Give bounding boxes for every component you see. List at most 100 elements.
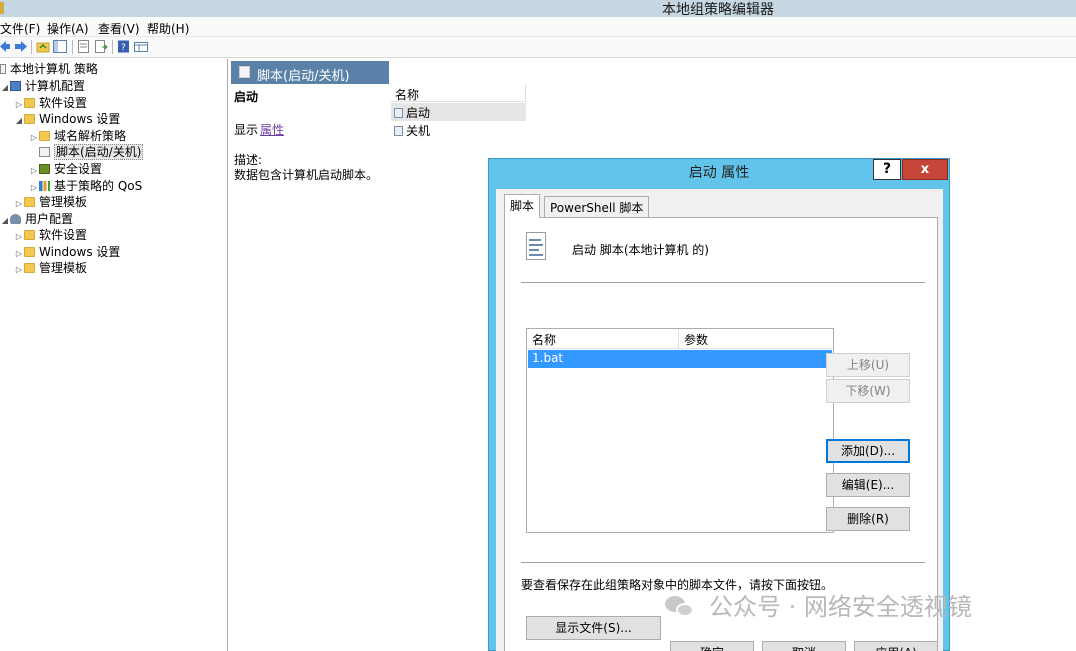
tree-qos[interactable]: ▷ 基于策略的 QoS: [29, 178, 142, 194]
help-button[interactable]: ?: [873, 159, 901, 180]
script-icon: [39, 147, 50, 157]
filter-icon[interactable]: [134, 40, 148, 53]
tree-name-resolution-label: 域名解析策略: [54, 129, 127, 143]
script-icon: [394, 108, 403, 118]
wechat-icon: [665, 594, 695, 620]
list-item-label: 启动: [406, 106, 431, 120]
description-text: 数据包含计算机启动脚本。: [234, 168, 379, 182]
list-item-label: 关机: [406, 124, 431, 138]
script-file-icon: [523, 232, 549, 262]
tree-name-resolution-policy[interactable]: ▷ 域名解析策略: [29, 128, 126, 144]
menu-action[interactable]: 操作(A): [47, 20, 89, 37]
tree-admin-templates[interactable]: ▷ 管理模板: [14, 194, 87, 210]
menu-bar: 文件(F) 操作(A) 查看(V) 帮助(H): [0, 17, 1076, 37]
tree-admin-templates-label: 管理模板: [39, 195, 88, 209]
scripts-table[interactable]: 名称 参数 1.bat: [526, 328, 834, 533]
tree-software-settings-label: 软件设置: [39, 96, 88, 110]
tree-qos-label: 基于策略的 QoS: [54, 179, 143, 193]
move-up-button[interactable]: 上移(U): [826, 353, 910, 377]
table-row[interactable]: 1.bat: [528, 350, 832, 368]
tree-software-settings[interactable]: ▷ 软件设置: [14, 95, 87, 111]
tree-user-config[interactable]: ◢ 用户配置: [0, 211, 73, 227]
edit-button[interactable]: 编辑(E)...: [826, 473, 910, 497]
tree-computer-config-label: 计算机配置: [25, 79, 86, 93]
collapse-arrow-icon[interactable]: ▷: [14, 229, 24, 245]
export-list-icon[interactable]: [94, 40, 108, 53]
startup-properties-dialog: 启动 属性 ? x 脚本 PowerShell 脚本 启动 脚本(本地计算机 的…: [488, 158, 950, 651]
menu-view[interactable]: 查看(V): [98, 20, 140, 37]
cancel-button[interactable]: 取消: [762, 641, 846, 651]
tree-windows-settings[interactable]: ◢ Windows 设置: [14, 111, 120, 127]
add-button[interactable]: 添加(D)...: [826, 439, 910, 463]
tree-user-admin-templates[interactable]: ▷ 管理模板: [14, 260, 87, 276]
column-header-name[interactable]: 名称: [527, 329, 679, 349]
menu-file[interactable]: 文件(F): [0, 20, 40, 37]
toolbar-separator: [72, 40, 73, 54]
tree-scripts[interactable]: 脚本(启动/关机): [29, 144, 144, 160]
tree-security-settings[interactable]: ▷ 安全设置: [29, 161, 102, 177]
tree-user-windows-settings[interactable]: ▷ Windows 设置: [14, 244, 120, 260]
help-book-icon[interactable]: ?: [117, 40, 131, 53]
remove-button[interactable]: 删除(R): [826, 507, 910, 531]
properties-link[interactable]: 属性: [260, 121, 284, 138]
up-folder-icon[interactable]: [36, 40, 50, 53]
expand-arrow-icon[interactable]: ◢: [0, 80, 10, 96]
show-hide-tree-icon[interactable]: [53, 40, 67, 53]
tree-user-windows-label: Windows 设置: [39, 245, 121, 259]
tree-user-software-settings[interactable]: ▷ 软件设置: [14, 227, 87, 243]
computer-icon: [10, 81, 21, 91]
tree-root[interactable]: 本地计算机 策略: [0, 61, 98, 77]
tree-windows-settings-label: Windows 设置: [39, 112, 121, 126]
selected-item-title: 启动: [234, 90, 259, 104]
collapse-arrow-icon[interactable]: ▷: [14, 196, 24, 212]
show-files-button[interactable]: 显示文件(S)...: [526, 616, 661, 640]
folder-icon: [24, 98, 35, 108]
close-button[interactable]: x: [902, 159, 948, 180]
tree-user-config-label: 用户配置: [25, 212, 74, 226]
expand-arrow-icon[interactable]: ◢: [14, 113, 24, 129]
tree-security-settings-label: 安全设置: [54, 162, 103, 176]
dialog-client-area: 脚本 PowerShell 脚本 启动 脚本(本地计算机 的) 名称 参数 1.…: [496, 189, 943, 651]
user-icon: [10, 214, 21, 224]
column-header-params[interactable]: 参数: [679, 329, 833, 349]
show-label: 显示: [234, 123, 259, 137]
properties-icon[interactable]: [77, 40, 91, 53]
collapse-arrow-icon[interactable]: ▷: [29, 163, 39, 179]
collapse-arrow-icon[interactable]: ▷: [14, 262, 24, 278]
folder-icon: [24, 230, 35, 240]
watermark: 公众号 · 网络安全透视镜: [665, 590, 972, 624]
tree-root-label: 本地计算机 策略: [10, 62, 98, 76]
svg-text:?: ?: [121, 43, 126, 53]
expand-arrow-icon[interactable]: ◢: [0, 213, 10, 229]
security-shield-icon: [39, 164, 50, 174]
ok-button[interactable]: 确定: [670, 641, 754, 651]
back-arrow-icon[interactable]: [0, 40, 14, 53]
folder-icon: [39, 131, 50, 141]
divider: [521, 282, 925, 284]
apply-button[interactable]: 应用(A): [854, 641, 938, 651]
move-down-button[interactable]: 下移(W): [826, 379, 910, 403]
toolbar-separator: [31, 40, 32, 54]
divider: [521, 562, 925, 564]
list-item[interactable]: 关机: [391, 121, 526, 139]
forward-arrow-icon[interactable]: [13, 40, 27, 53]
tree-computer-config[interactable]: ◢ 计算机配置: [0, 78, 85, 94]
tab-scripts[interactable]: 脚本: [504, 194, 541, 218]
tree-scripts-label: 脚本(启动/关机): [54, 144, 144, 160]
folder-icon: [24, 263, 35, 273]
description-panel: 启动 显示 属性 描述: 数据包含计算机启动脚本。: [231, 84, 389, 651]
toolbar: ?: [0, 37, 1076, 58]
list-item[interactable]: 启动: [391, 103, 526, 121]
script-heading: 启动 脚本(本地计算机 的): [572, 243, 709, 257]
folder-icon: [24, 114, 35, 124]
pane-header-extension: [389, 61, 1076, 83]
policy-icon: [0, 64, 6, 74]
tab-powershell-scripts[interactable]: PowerShell 脚本: [544, 196, 650, 217]
tree-user-software-label: 软件设置: [39, 228, 88, 242]
menu-help[interactable]: 帮助(H): [147, 20, 189, 37]
column-header-name[interactable]: 名称: [391, 84, 526, 102]
title-bar: 本地组策略编辑器: [0, 0, 1076, 18]
policy-tree: 本地计算机 策略 ◢ 计算机配置 ▷ 软件设置 ◢ Windows 设置 ▷ 域名解析策…: [0, 59, 228, 651]
pane-header-title: 脚本(启动/关机): [257, 69, 350, 84]
watermark-text: 公众号 · 网络安全透视镜: [709, 593, 972, 621]
